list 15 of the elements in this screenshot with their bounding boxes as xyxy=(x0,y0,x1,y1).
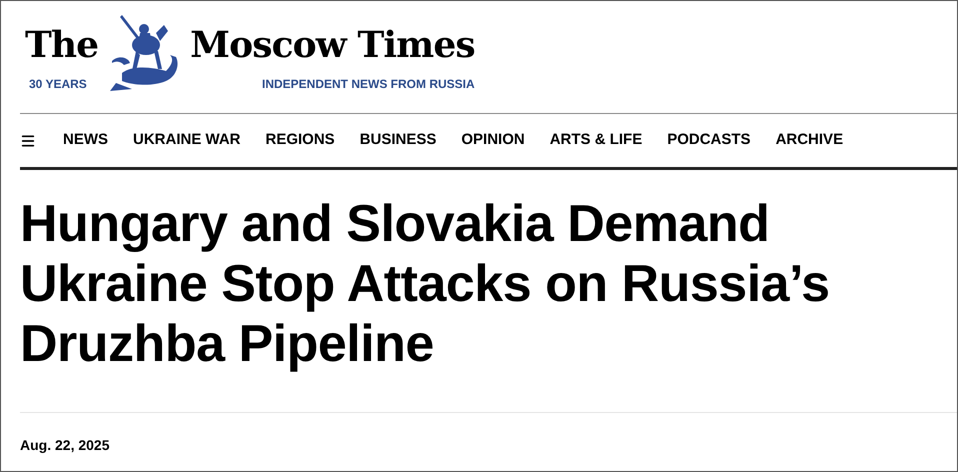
menu-icon[interactable] xyxy=(20,132,36,148)
logo-text: Moscow Times xyxy=(190,23,475,67)
article-headline: Hungary and Slovakia Demand Ukraine Stop Attacks on Russia’s Druzhba Pipeline xyxy=(20,194,830,375)
nav-link[interactable]: ARCHIVE xyxy=(776,129,844,152)
article-date: Aug. 22, 2025 xyxy=(20,436,110,455)
anniversary-label: 30 YEARS xyxy=(28,76,88,93)
nav-link[interactable]: BUSINESS xyxy=(360,129,436,152)
tagline: INDEPENDENT NEWS FROM RUSSIA xyxy=(262,76,475,93)
nav-link[interactable]: REGIONS xyxy=(266,129,335,152)
nav-link[interactable]: NEWS xyxy=(63,129,108,152)
nav-link[interactable]: ARTS & LIFE xyxy=(550,129,642,152)
logo-text: The xyxy=(25,23,98,67)
nav-link[interactable]: UKRAINE WAR xyxy=(133,129,240,152)
nav-link[interactable]: OPINION xyxy=(461,129,525,152)
nav-link[interactable]: PODCASTS xyxy=(667,129,751,152)
